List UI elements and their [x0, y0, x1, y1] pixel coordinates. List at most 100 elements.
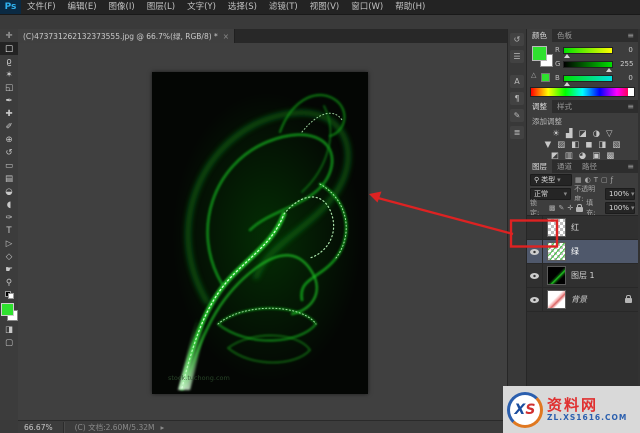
vibrance-icon[interactable]: ▽ [606, 129, 613, 140]
exposure-icon[interactable]: ◑ [593, 129, 600, 140]
layer-name[interactable]: 绿 [571, 246, 579, 257]
menu-edit[interactable]: 编辑(E) [62, 0, 103, 14]
menu-layer[interactable]: 图层(L) [141, 0, 181, 14]
visibility-toggle[interactable] [527, 240, 543, 263]
layer-thumbnail[interactable] [547, 266, 566, 285]
websafe-color-icon[interactable] [541, 73, 550, 82]
green-slider-track[interactable] [563, 60, 614, 72]
history-panel-icon[interactable]: ↺ [510, 33, 524, 46]
fill-field[interactable]: 100% ▾ [605, 202, 635, 214]
tab-paths[interactable]: 路径 [577, 160, 602, 173]
foreground-color-swatch[interactable] [1, 303, 14, 316]
levels-icon[interactable]: ▟ [566, 129, 573, 140]
red-slider-thumb[interactable] [563, 53, 570, 58]
tab-swatches[interactable]: 色板 [552, 29, 577, 42]
move-tool[interactable]: ✛ [0, 29, 18, 42]
paragraph-panel-icon[interactable]: ¶ [510, 92, 524, 105]
tab-color[interactable]: 颜色 [527, 29, 552, 42]
lasso-tool[interactable]: ϱ [0, 55, 18, 68]
tab-adjustments[interactable]: 调整 [527, 100, 552, 113]
gamut-warning-icon[interactable]: △ [531, 71, 536, 79]
blue-slider-thumb[interactable] [563, 81, 570, 86]
menu-help[interactable]: 帮助(H) [389, 0, 431, 14]
actions-panel-icon[interactable]: ≣ [510, 126, 524, 139]
marquee-tool[interactable]: □ [0, 42, 18, 55]
visibility-toggle[interactable] [527, 264, 543, 287]
canvas-image[interactable]: stock.tuchong.com [152, 72, 368, 394]
menu-file[interactable]: 文件(F) [21, 0, 62, 14]
shape-tool[interactable]: ◇ [0, 250, 18, 263]
visibility-toggle[interactable] [527, 288, 543, 311]
crop-tool[interactable]: ◱ [0, 81, 18, 94]
menu-window[interactable]: 窗口(W) [345, 0, 389, 14]
green-value[interactable]: 255 [616, 60, 633, 68]
info-panel-icon[interactable]: ✎ [510, 109, 524, 122]
layer-row-red[interactable]: 红 [527, 216, 638, 240]
color-spectrum-ramp[interactable] [530, 87, 635, 97]
lock-pixels-icon[interactable]: ✎ [559, 204, 565, 212]
blue-value[interactable]: 0 [616, 74, 632, 82]
layer-row-green[interactable]: 绿 [527, 240, 638, 264]
menu-type[interactable]: 文字(Y) [181, 0, 222, 14]
eraser-tool[interactable]: ▭ [0, 159, 18, 172]
path-selection-tool[interactable]: ▷ [0, 237, 18, 250]
menu-view[interactable]: 视图(V) [304, 0, 345, 14]
layer-name[interactable]: 红 [571, 222, 579, 233]
filter-effects-icon[interactable]: ƒ [611, 176, 613, 184]
zoom-tool[interactable]: ⚲ [0, 276, 18, 289]
panel-menu-icon[interactable]: ≡ [623, 160, 638, 173]
tab-layers[interactable]: 图层 [527, 160, 552, 173]
layer-row-background[interactable]: 背景 [527, 288, 638, 312]
blur-tool[interactable]: ◒ [0, 185, 18, 198]
status-expand-icon[interactable]: ▸ [160, 423, 164, 432]
filter-pixel-icon[interactable]: ▦ [575, 176, 582, 184]
close-icon[interactable]: × [223, 32, 229, 41]
visibility-toggle[interactable] [527, 216, 543, 239]
menu-select[interactable]: 选择(S) [222, 0, 263, 14]
curves-icon[interactable]: ◪ [579, 129, 587, 140]
layer-thumbnail[interactable] [547, 242, 566, 261]
filter-adjustment-icon[interactable]: ◐ [585, 176, 591, 184]
properties-panel-icon[interactable]: ☰ [510, 50, 524, 63]
white-swatch[interactable] [628, 88, 634, 96]
tab-channels[interactable]: 通道 [552, 160, 577, 173]
hue-saturation-icon[interactable]: ▼ [545, 140, 552, 151]
photo-filter-icon[interactable]: ◼ [585, 140, 592, 151]
document-tab[interactable]: (C)473731262132373555.jpg @ 66.7%(绿, RGB… [18, 29, 236, 43]
zoom-level-field[interactable]: 66.67% [24, 423, 53, 432]
panel-menu-icon[interactable]: ≡ [623, 100, 638, 113]
filter-type-icon[interactable]: T [594, 176, 598, 184]
quick-selection-tool[interactable]: ✶ [0, 68, 18, 81]
black-white-icon[interactable]: ◧ [571, 140, 579, 151]
panel-menu-icon[interactable]: ≡ [623, 29, 638, 42]
layer-name[interactable]: 背景 [571, 294, 587, 305]
eyedropper-tool[interactable]: ✒ [0, 94, 18, 107]
opacity-field[interactable]: 100% ▾ [605, 188, 635, 200]
channel-mixer-icon[interactable]: ◨ [598, 140, 606, 151]
layer-thumbnail[interactable] [547, 290, 566, 309]
brush-tool[interactable]: ✐ [0, 120, 18, 133]
layer-filter-type-select[interactable]: ⚲ 类型 ▾ [530, 174, 572, 186]
lock-position-icon[interactable]: ✛ [567, 204, 573, 212]
layer-name[interactable]: 图层 1 [571, 270, 595, 281]
layer-thumbnail[interactable] [547, 218, 566, 237]
default-colors-icon[interactable] [5, 291, 14, 299]
healing-brush-tool[interactable]: ✚ [0, 107, 18, 120]
dodge-tool[interactable]: ◖ [0, 198, 18, 211]
layer-row-layer1[interactable]: 图层 1 [527, 264, 638, 288]
clone-stamp-tool[interactable]: ⊕ [0, 133, 18, 146]
red-slider-track[interactable] [562, 46, 613, 58]
character-panel-icon[interactable]: A [510, 75, 524, 88]
color-lookup-icon[interactable]: ▧ [612, 140, 620, 151]
history-brush-tool[interactable]: ↺ [0, 146, 18, 159]
color-balance-icon[interactable]: ▨ [557, 140, 565, 151]
hand-tool[interactable]: ☛ [0, 263, 18, 276]
tab-styles[interactable]: 样式 [552, 100, 577, 113]
pen-tool[interactable]: ✑ [0, 211, 18, 224]
menu-filter[interactable]: 滤镜(T) [263, 0, 304, 14]
blue-slider-track[interactable] [562, 74, 613, 86]
quick-mask-icon[interactable]: ◨ [0, 323, 18, 336]
foreground-color-swatch[interactable] [532, 46, 547, 61]
lock-all-icon[interactable] [576, 203, 584, 212]
brightness-contrast-icon[interactable]: ☀ [552, 129, 560, 140]
